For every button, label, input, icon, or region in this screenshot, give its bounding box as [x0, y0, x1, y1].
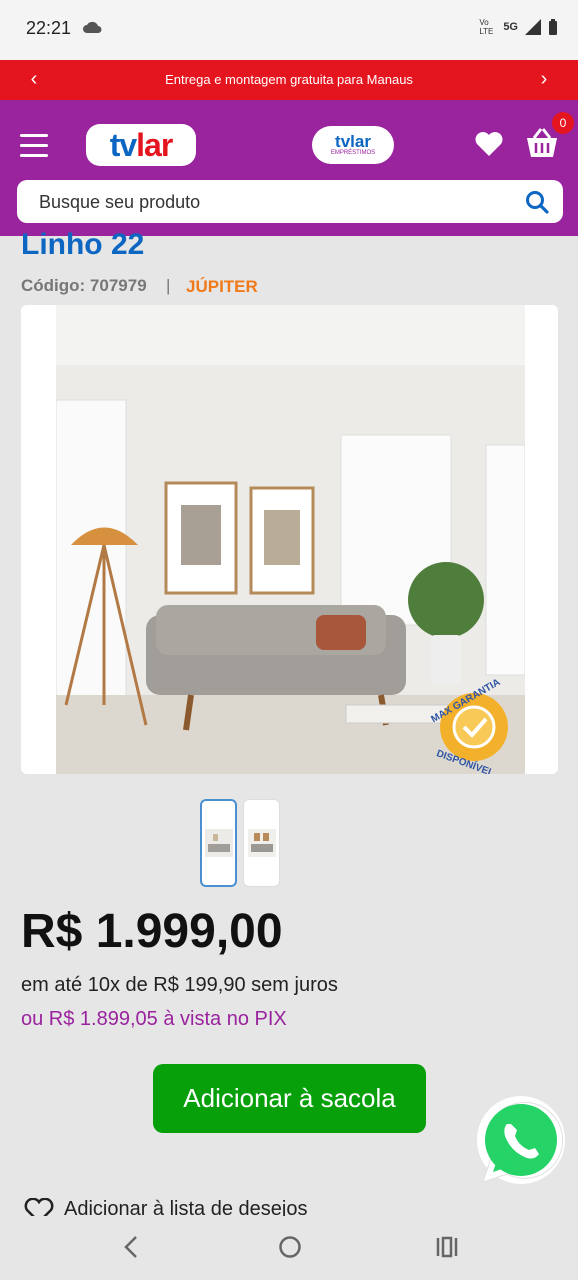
android-nav-bar: [0, 1216, 578, 1280]
emprestimos-logo-title: tvlar: [335, 132, 371, 151]
promo-next-button[interactable]: ›: [532, 68, 556, 90]
product-main-image[interactable]: MAX GARANTIA DISPONÍVEL: [21, 305, 558, 774]
thumbnail-2[interactable]: [243, 799, 280, 887]
search-input[interactable]: [37, 180, 521, 225]
signal-icon: [525, 19, 541, 35]
tvlar-logo[interactable]: tv lar: [86, 124, 196, 166]
living-room-image: MAX GARANTIA DISPONÍVEL: [56, 305, 525, 774]
heart-icon[interactable]: [474, 130, 504, 158]
search-icon[interactable]: [525, 190, 549, 214]
wishlist-label: Adicionar à lista de desejos: [64, 1198, 308, 1216]
add-to-bag-button[interactable]: Adicionar à sacola: [153, 1064, 426, 1133]
recents-icon[interactable]: [434, 1234, 460, 1260]
home-icon[interactable]: [278, 1234, 302, 1260]
logo-part-b: lar: [136, 126, 173, 163]
system-icons: Vo LTE 5G: [479, 18, 558, 36]
thumbnail-1[interactable]: [200, 799, 237, 887]
code-separator: |: [166, 276, 171, 295]
product-code: Código: 707979: [21, 276, 147, 295]
wishlist-heart-icon: [24, 1198, 54, 1216]
emprestimos-logo[interactable]: tvlar EMPRÉSTIMOS: [312, 126, 394, 164]
product-price: R$ 1.999,00: [21, 905, 283, 958]
search-bar: [17, 180, 563, 225]
pix-price-text: ou R$ 1.899,05 à vista no PIX: [21, 1008, 287, 1030]
product-title: Linho 22: [21, 228, 145, 261]
back-icon[interactable]: [120, 1234, 142, 1260]
promo-banner: ‹ Entrega e montagem gratuita para Manau…: [0, 60, 578, 100]
battery-icon: [549, 19, 557, 35]
status-time: 22:21: [26, 18, 72, 38]
whatsapp-icon[interactable]: [473, 1094, 569, 1190]
emprestimos-logo-subtitle: EMPRÉSTIMOS: [330, 150, 376, 156]
logo-part-a: tv: [109, 126, 137, 163]
status-bar: 22:21 Vo LTE 5G: [0, 0, 578, 60]
installments-text: em até 10x de R$ 199,90 sem juros: [21, 974, 338, 996]
product-brand[interactable]: JÚPITER: [186, 277, 258, 297]
add-to-wishlist-link[interactable]: Adicionar à lista de desejos: [24, 1198, 307, 1216]
cloud-icon: [83, 21, 102, 33]
promo-text: Entrega e montagem gratuita para Manaus: [165, 72, 413, 87]
volte-label: Vo LTE: [479, 18, 494, 36]
cart-count-badge: 0: [552, 112, 574, 134]
thumbnail-strip: [200, 799, 280, 887]
menu-icon[interactable]: [20, 134, 48, 158]
network-label: 5G: [503, 21, 518, 33]
